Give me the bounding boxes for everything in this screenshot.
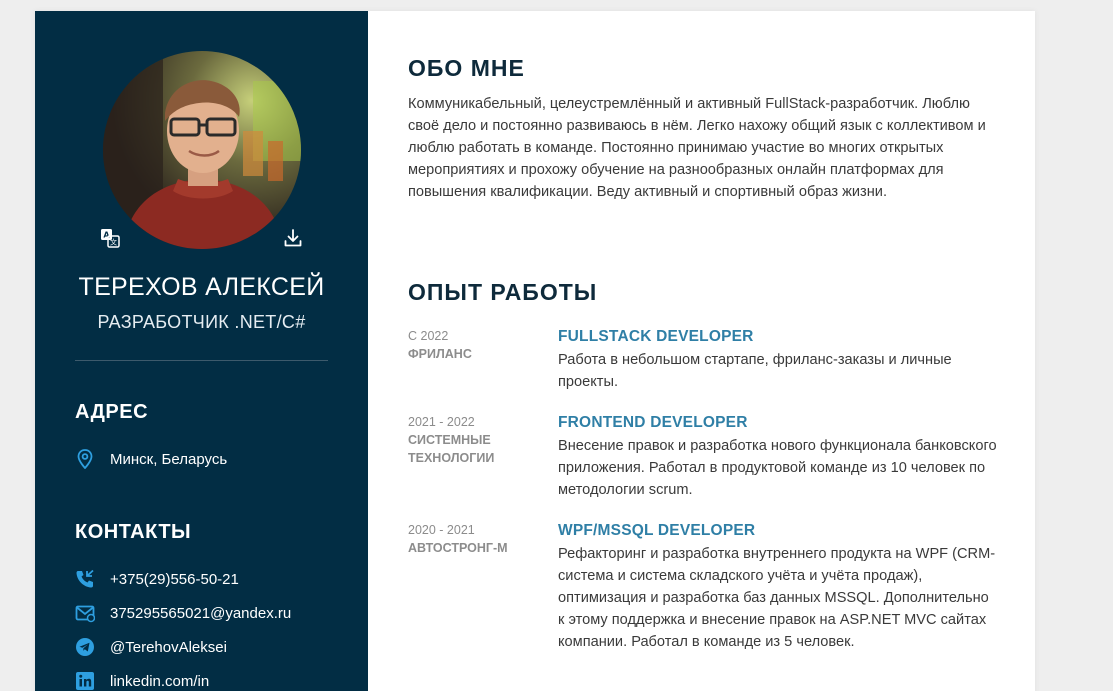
divider <box>75 360 328 361</box>
about-heading: ОБО МНЕ <box>408 55 525 81</box>
job-date: 2020 - 2021 <box>408 523 475 537</box>
job-title: FULLSTACK DEVELOPER <box>558 328 754 345</box>
email-icon <box>75 603 95 623</box>
job-description: Рефакторинг и разработка внутреннего про… <box>558 546 996 650</box>
translate-icon[interactable]: A 文 <box>99 227 121 249</box>
job-company: СИСТЕМНЫЕ ТЕХНОЛОГИИ <box>408 433 495 465</box>
job-title: WPF/MSSQL DEVELOPER <box>558 522 756 539</box>
contact-linkedin[interactable]: linkedin.com/in <box>75 670 209 691</box>
contact-phone[interactable]: +375(29)556-50-21 <box>75 568 239 590</box>
experience-heading: ОПЫТ РАБОТЫ <box>408 279 598 305</box>
profile-role: РАЗРАБОТЧИК .NET/C# <box>97 312 306 332</box>
address-text: Минск, Беларусь <box>110 450 228 468</box>
job-date: С 2022 <box>408 329 449 343</box>
address-row: Минск, Беларусь <box>75 448 227 470</box>
job-company: ФРИЛАНС <box>408 347 472 361</box>
telegram-text[interactable]: @TerehovAleksei <box>110 639 227 656</box>
svg-text:文: 文 <box>110 238 117 247</box>
telegram-icon <box>75 637 95 657</box>
phone-icon <box>75 569 95 589</box>
job-title: FRONTEND DEVELOPER <box>558 414 748 431</box>
phone-text[interactable]: +375(29)556-50-21 <box>110 571 239 588</box>
contact-email[interactable]: 375295565021@yandex.ru <box>75 602 291 624</box>
resume-page: A 文 ТЕРЕХОВ АЛЕКСЕЙ РАЗРАБОТЧИК .NET/C# … <box>35 11 1035 691</box>
download-icon[interactable] <box>282 227 304 249</box>
about-text: Коммуникабельный, целеустремлённый и акт… <box>408 96 986 200</box>
sidebar: A 文 ТЕРЕХОВ АЛЕКСЕЙ РАЗРАБОТЧИК .NET/C# … <box>35 11 368 691</box>
avatar <box>103 51 301 249</box>
linkedin-icon <box>75 671 95 691</box>
profile-name: ТЕРЕХОВ АЛЕКСЕЙ <box>78 273 325 301</box>
linkedin-text[interactable]: linkedin.com/in <box>110 673 209 690</box>
location-pin-icon <box>75 449 95 469</box>
job-date: 2021 - 2022 <box>408 415 475 429</box>
job-description: Работа в небольшом стартапе, фриланс-зак… <box>558 352 952 390</box>
address-heading: АДРЕС <box>75 401 149 423</box>
job-company: АВТОСТРОНГ-М <box>408 541 508 555</box>
contact-telegram[interactable]: @TerehovAleksei <box>75 636 227 658</box>
contacts-heading: КОНТАКТЫ <box>75 521 192 543</box>
job-description: Внесение правок и разработка нового функ… <box>558 438 997 498</box>
email-text[interactable]: 375295565021@yandex.ru <box>110 605 291 622</box>
